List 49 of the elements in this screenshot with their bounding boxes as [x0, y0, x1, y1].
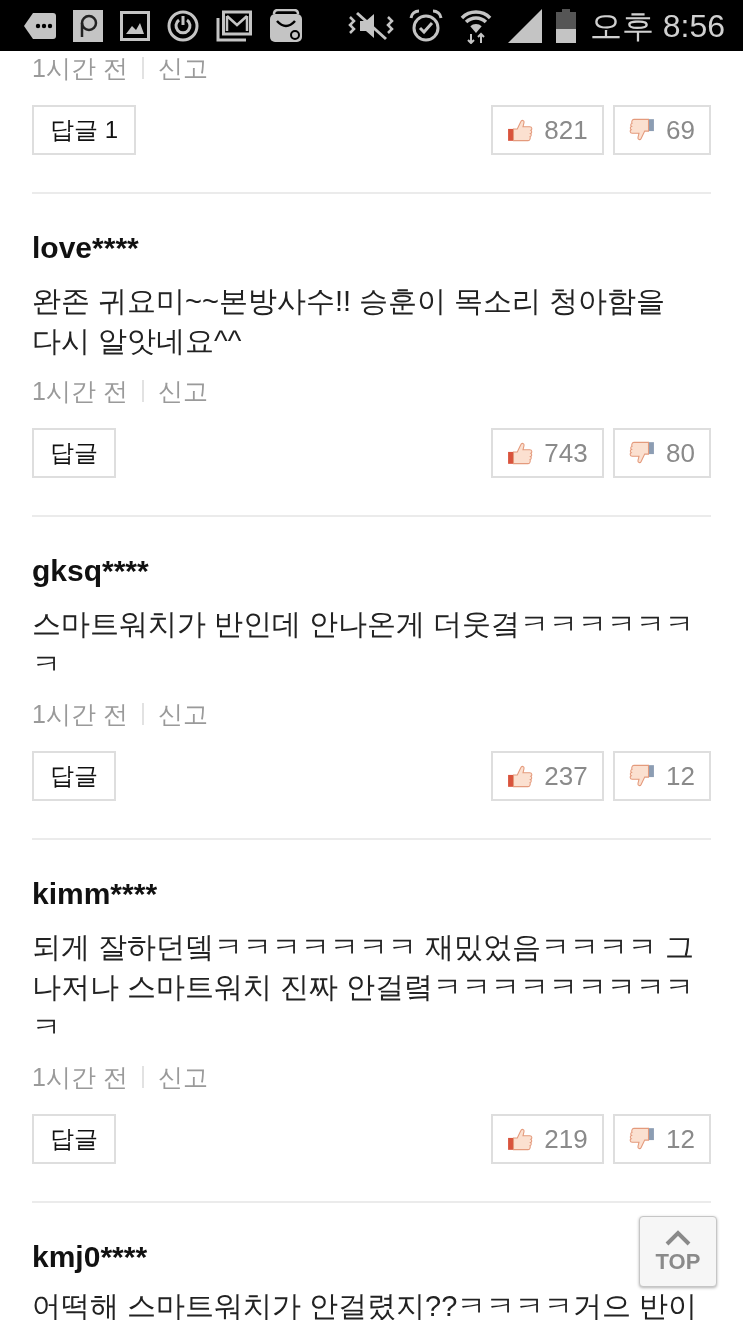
thumbs-down-icon — [629, 440, 656, 466]
comment-author: kimm**** — [32, 876, 158, 912]
mute-icon — [347, 10, 394, 41]
power-ring-icon — [167, 9, 199, 42]
comment-time: 1시간 전 — [32, 375, 128, 407]
report-link[interactable]: 신고 — [157, 1060, 208, 1094]
mail-stack-icon — [216, 9, 252, 42]
dislike-button[interactable]: 12 — [613, 1114, 711, 1164]
thumbs-up-icon — [507, 1126, 534, 1152]
battery-icon — [555, 8, 576, 43]
like-button[interactable]: 821 — [491, 105, 604, 155]
comment-text: 완존 귀요미~~본방사수!! 승훈이 목소리 청아함을 다시 알앗네요^^ — [32, 284, 667, 359]
comment-text: 되게 잘하던뎈ㅋㅋㅋㅋㅋㅋㅋ 재밌었음ㅋㅋㅋㅋ 그나저나 스마트워치 진짜 안걸렼ㅋㅋㅋㅋㅋㅋㅋㅋㅋㅋ — [32, 930, 696, 1045]
comment-text: 스마트워치가 반인데 안나온게 더웃곀ㅋㅋㅋㅋㅋㅋㅋ — [32, 607, 696, 682]
dislike-button[interactable]: 12 — [613, 751, 711, 801]
caret-up-icon — [664, 1229, 692, 1246]
scroll-top-button[interactable]: TOP — [639, 1216, 717, 1287]
reply-button[interactable]: 답글 1 — [32, 105, 136, 155]
reply-button[interactable]: 답글 — [32, 428, 116, 478]
comment-author: gksq**** — [32, 553, 149, 589]
report-link[interactable]: 신고 — [157, 51, 208, 85]
thumbs-up-icon — [507, 440, 534, 466]
comment-text: 어떡해 스마트워치가 안걸렸지??ㅋㅋㅋㅋ거으 반이 — [32, 1290, 699, 1320]
thumbs-down-icon — [629, 117, 656, 143]
signal-icon — [507, 8, 542, 43]
clock-time: 오후 8:56 — [589, 6, 725, 46]
report-link[interactable]: 신고 — [157, 374, 208, 408]
image-icon — [120, 10, 150, 41]
thumbs-up-icon — [507, 763, 534, 789]
reply-button[interactable]: 답글 — [32, 751, 116, 801]
more-tag-icon — [24, 12, 56, 39]
comment-time: 1시간 전 — [32, 698, 128, 730]
app-icon — [73, 9, 103, 42]
dislike-button[interactable]: 80 — [613, 428, 711, 478]
shopping-bag-icon — [269, 8, 303, 43]
like-button[interactable]: 219 — [491, 1114, 604, 1164]
like-button[interactable]: 743 — [491, 428, 604, 478]
alarm-clock-icon — [407, 7, 444, 44]
comment-author: kmj0**** — [32, 1239, 148, 1275]
comment-time: 1시간 전 — [32, 52, 128, 84]
report-link[interactable]: 신고 — [157, 697, 208, 731]
reply-button[interactable]: 답글 — [32, 1114, 116, 1164]
comment-author: love**** — [32, 230, 139, 266]
thumbs-down-icon — [629, 763, 656, 789]
thumbs-up-icon — [507, 117, 534, 143]
dislike-button[interactable]: 69 — [613, 105, 711, 155]
like-button[interactable]: 237 — [491, 751, 604, 801]
comment-time: 1시간 전 — [32, 1061, 128, 1093]
thumbs-down-icon — [629, 1126, 656, 1152]
